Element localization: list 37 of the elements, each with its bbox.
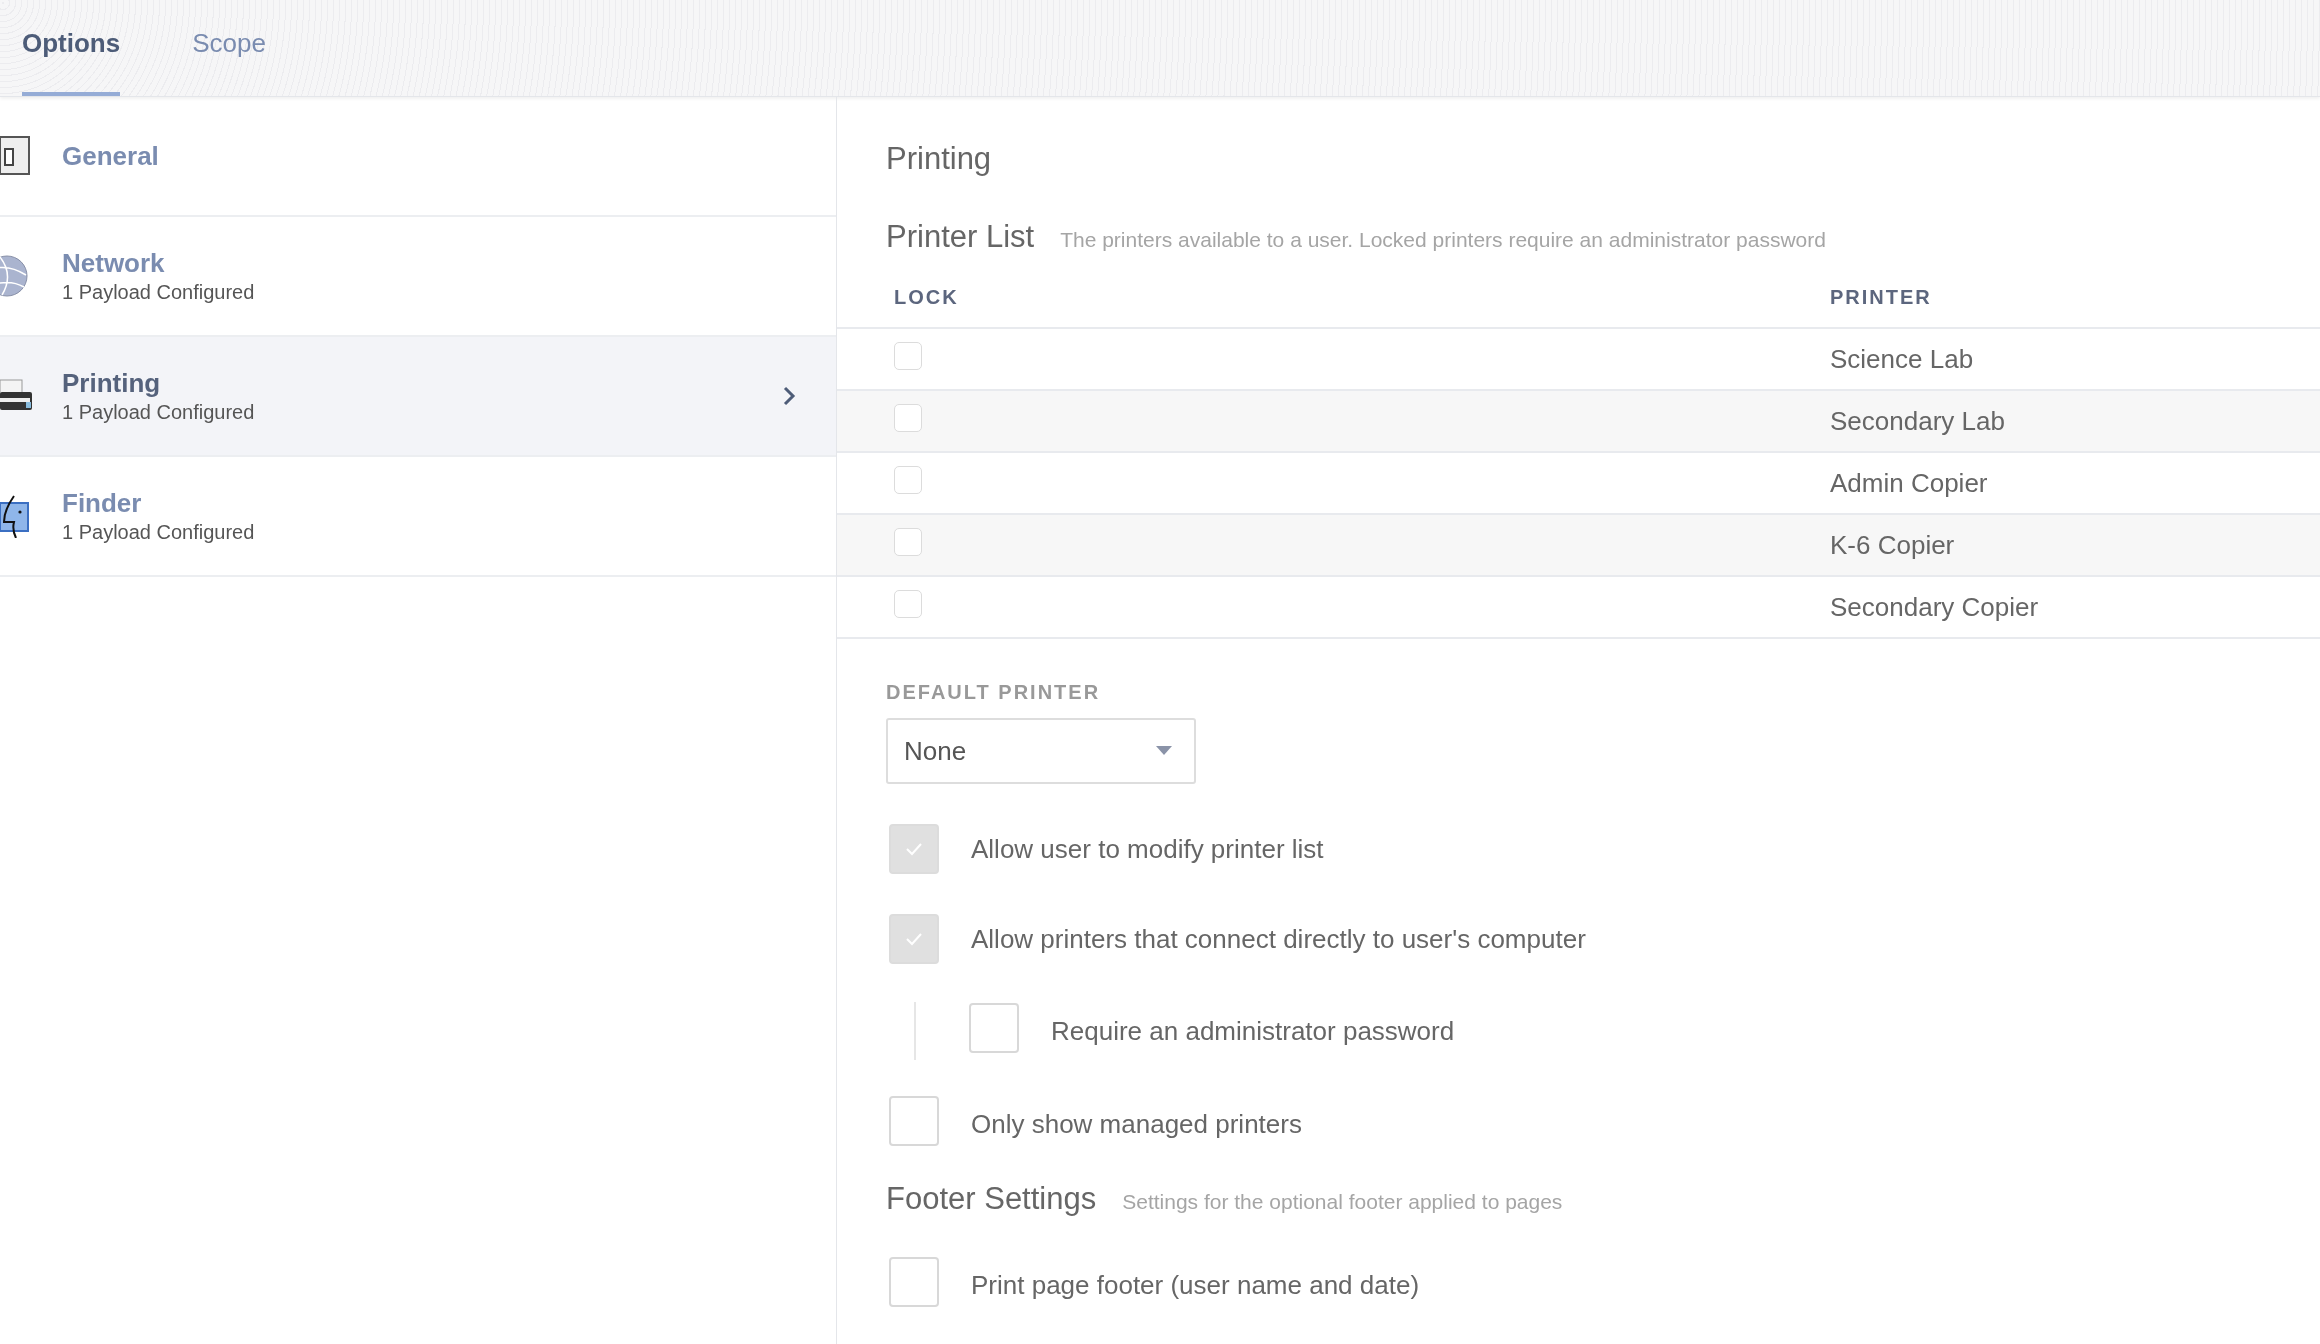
checkbox[interactable] xyxy=(889,1257,939,1307)
item-title: Printing xyxy=(62,368,161,399)
checkbox[interactable] xyxy=(894,341,922,370)
light-switch-icon xyxy=(0,136,30,176)
default-printer-dropdown[interactable]: None xyxy=(886,718,1196,784)
chevron-right-icon xyxy=(782,385,796,407)
tab[interactable]: Options xyxy=(22,0,121,96)
item-title: Finder xyxy=(62,488,142,519)
checkbox[interactable] xyxy=(894,527,922,556)
finder-icon xyxy=(0,494,30,538)
printer-name: Secondary Lab xyxy=(1829,390,2320,452)
sidebar-item[interactable]: Finder 1 Payload Configured xyxy=(0,457,836,577)
option-label: Allow printers that connect directly to user's computer xyxy=(971,923,1586,955)
item-subtitle: 1 Payload Configured xyxy=(62,521,255,544)
sidebar-item[interactable]: Printing 1 Payload Configured xyxy=(0,337,836,457)
section-heading: Printer List xyxy=(886,219,1035,255)
option-label: Print page footer (user name and date) xyxy=(971,1270,1420,1301)
option-label: Require an administrator password xyxy=(1051,1016,1455,1047)
checkbox[interactable] xyxy=(894,589,922,618)
printer-name: Secondary Copier xyxy=(1829,576,2320,638)
option-label: Only show managed printers xyxy=(971,1109,1302,1140)
printer-name: K-6 Copier xyxy=(1829,514,2320,576)
option-label: Allow user to modify printer list xyxy=(971,833,1324,865)
section-description: The printers available to a user. Locked printers require an administrator password xyxy=(1060,228,1826,252)
checkbox[interactable] xyxy=(889,1096,939,1146)
dropdown-caret-icon xyxy=(1156,746,1172,756)
checkbox[interactable] xyxy=(894,465,922,494)
item-subtitle: 1 Payload Configured xyxy=(62,281,255,304)
section-description: Settings for the optional footer applied to pages xyxy=(1122,1190,1563,1214)
section-title: Printing xyxy=(886,141,992,177)
item-title: Network xyxy=(62,248,165,279)
field-label: DEFAULT PRINTER xyxy=(886,681,1101,704)
globe-icon xyxy=(0,255,28,297)
section-heading: Footer Settings xyxy=(886,1181,1097,1217)
item-subtitle: 1 Payload Configured xyxy=(62,401,255,424)
checkbox[interactable] xyxy=(894,403,922,432)
item-title: General xyxy=(62,140,159,172)
